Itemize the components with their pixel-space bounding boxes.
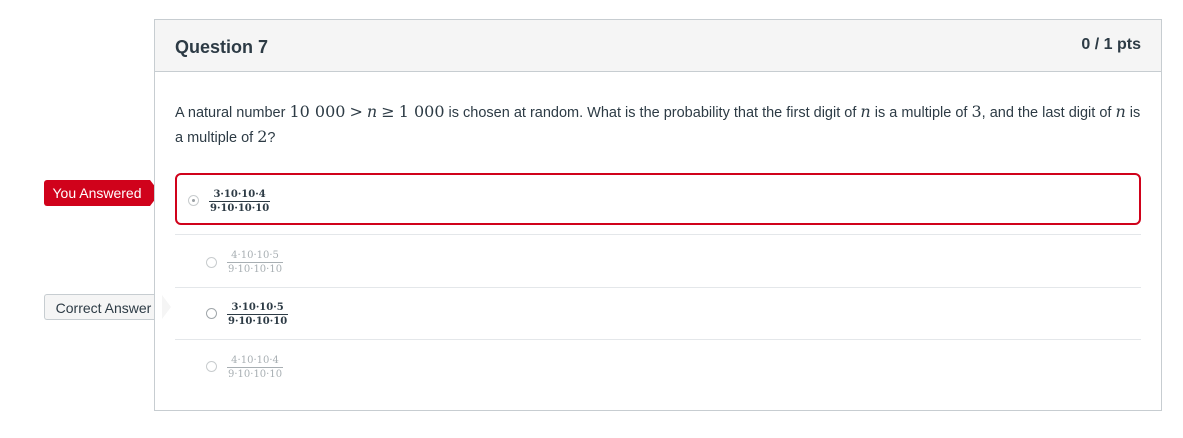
answer-option-1[interactable]: 3·10·10·4 9·10·10·10: [175, 173, 1141, 225]
fraction-bar: [227, 314, 289, 315]
radio-button[interactable]: [188, 195, 199, 206]
question-text-part: , and the last digit of: [981, 105, 1116, 121]
correct-answer-flag: Correct Answer: [44, 294, 172, 320]
question-title: Question 7: [175, 37, 269, 57]
fraction-numerator: 3·10·10·4: [213, 189, 266, 200]
math-operator: ≥: [381, 102, 395, 121]
answer-fraction: 3·10·10·4 9·10·10·10: [209, 189, 271, 214]
math-variable: n: [1115, 102, 1126, 121]
question-text: A natural number 10 000 > n ≥ 1 000 is c…: [175, 100, 1145, 150]
math-value: 2: [257, 127, 268, 146]
question-points: 0 / 1 pts: [1081, 36, 1141, 53]
radio-button[interactable]: [206, 308, 217, 319]
question-card: Question 7 0 / 1 pts A natural number 10…: [154, 19, 1162, 411]
fraction-numerator: 3·10·10·5: [231, 302, 284, 313]
radio-button[interactable]: [206, 257, 217, 268]
fraction-numerator: 4·10·10·4: [231, 355, 279, 366]
math-value: 1 000: [398, 102, 445, 121]
question-text-part: is chosen at random. What is the probabi…: [444, 105, 861, 121]
fraction-denominator: 9·10·10·10: [210, 203, 270, 214]
answer-divider: [175, 287, 1141, 288]
math-value: 10 000: [289, 102, 346, 121]
question-text-part: is a multiple of: [870, 105, 972, 121]
answer-option-4[interactable]: 4·10·10·4 9·10·10·10: [175, 342, 1141, 394]
fraction-denominator: 9·10·10·10: [228, 316, 288, 327]
answer-fraction: 4·10·10·4 9·10·10·10: [227, 355, 284, 380]
question-header: Question 7 0 / 1 pts: [155, 20, 1161, 72]
question-text-part: ?: [267, 130, 276, 146]
math-variable: n: [860, 102, 871, 121]
fraction-bar: [227, 367, 284, 368]
math-value: 3: [971, 102, 982, 121]
answer-fraction: 3·10·10·5 9·10·10·10: [227, 302, 289, 327]
fraction-denominator: 9·10·10·10: [228, 264, 283, 275]
fraction-numerator: 4·10·10·5: [231, 250, 279, 261]
answer-divider: [175, 339, 1141, 340]
fraction-bar: [227, 262, 284, 263]
question-text-part: A natural number: [175, 105, 290, 121]
answer-divider: [175, 234, 1141, 235]
math-variable: n: [366, 102, 378, 121]
answer-option-2[interactable]: 4·10·10·5 9·10·10·10: [175, 237, 1141, 289]
you-answered-flag: You Answered: [44, 180, 160, 206]
radio-button[interactable]: [206, 361, 217, 372]
fraction-bar: [209, 201, 271, 202]
math-operator: >: [349, 102, 363, 121]
answer-option-3[interactable]: 3·10·10·5 9·10·10·10: [175, 289, 1141, 341]
fraction-denominator: 9·10·10·10: [228, 369, 283, 380]
answer-fraction: 4·10·10·5 9·10·10·10: [227, 250, 284, 275]
